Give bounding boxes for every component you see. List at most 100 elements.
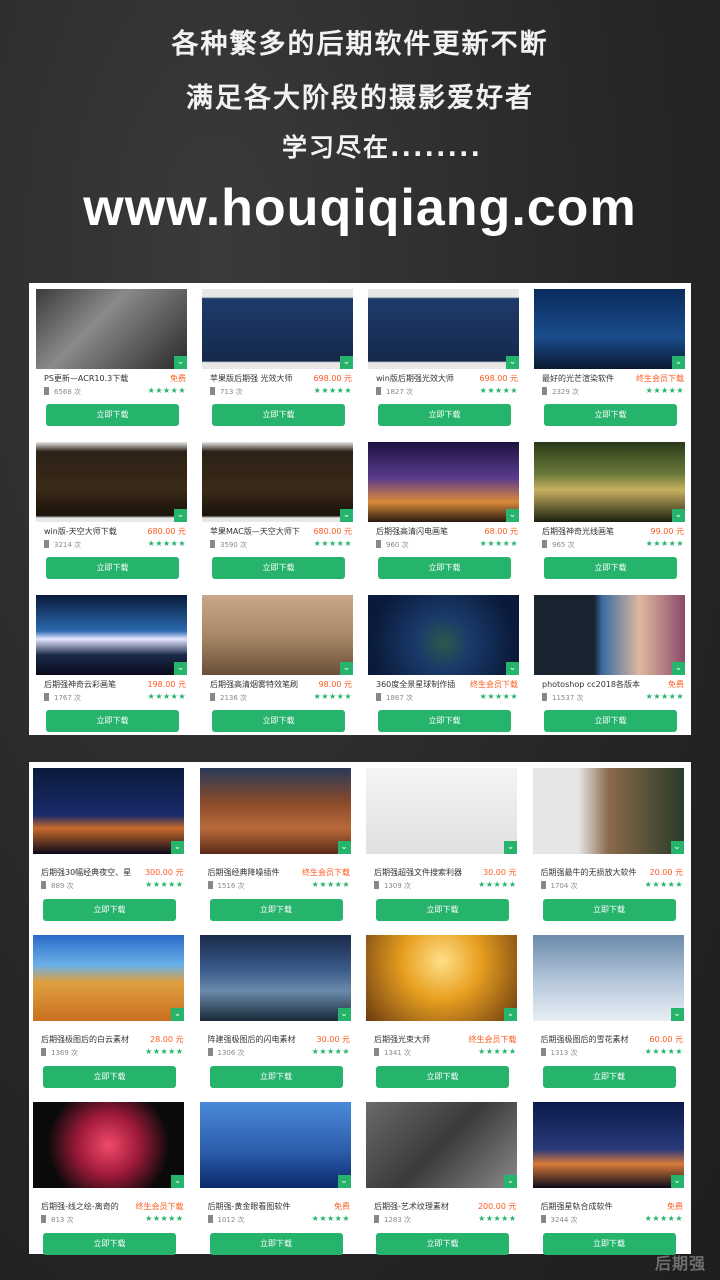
product-card[interactable]: ⌄ 苹果版后期强 光效大师 698.00 元 713 次 ★★★★★ 立即下载 xyxy=(198,289,364,442)
product-title[interactable]: 后期强神奇云彩画笔 xyxy=(44,679,142,690)
product-price: 20.00 元 xyxy=(649,868,683,877)
product-thumbnail[interactable]: ⌄ xyxy=(534,442,685,522)
product-thumbnail[interactable]: ⌄ xyxy=(199,1102,351,1188)
product-title[interactable]: win版-天空大师下载 xyxy=(44,526,142,537)
product-card[interactable]: ⌄ win版-天空大师下载 680.00 元 3214 次 ★★★★★ 立即下载 xyxy=(32,442,198,595)
download-button[interactable]: 立即下载 xyxy=(376,1066,509,1088)
product-thumbnail[interactable]: ⌄ xyxy=(199,768,351,854)
product-title[interactable]: 后期强-线之绘-离奇的 xyxy=(41,1201,139,1212)
download-button[interactable]: 立即下载 xyxy=(43,899,176,921)
product-card[interactable]: ⌄ 后期强极图后的白云素材 28.00 元 1369 次 ★★★★★ 立即下载 xyxy=(29,935,196,1102)
product-title[interactable]: 后期强高清闪电画笔 xyxy=(376,526,474,537)
download-button[interactable]: 立即下载 xyxy=(378,710,511,732)
product-thumbnail[interactable]: ⌄ xyxy=(33,768,184,854)
download-button[interactable]: 立即下载 xyxy=(212,710,345,732)
product-card[interactable]: ⌄ 苹果MAC版—天空大师下 680.00 元 3590 次 ★★★★★ 立即下载 xyxy=(198,442,364,595)
product-title[interactable]: 后期强光束大师 xyxy=(374,1034,472,1045)
product-title[interactable]: 后期强经典降噪插件 xyxy=(208,867,306,878)
download-button[interactable]: 立即下载 xyxy=(43,1066,176,1088)
product-thumbnail[interactable]: ⌄ xyxy=(366,1102,517,1188)
download-button[interactable]: 立即下载 xyxy=(378,557,511,579)
product-card[interactable]: ⌄ photoshop cc2018各版本下载 免费 11537 次 ★★★★★ 立即下载 xyxy=(530,595,696,748)
product-title[interactable]: 后期强星轨合成软件 xyxy=(541,1201,639,1212)
product-thumbnail[interactable]: ⌄ xyxy=(202,289,353,369)
product-card[interactable]: ⌄ 后期强-线之绘-离奇的 终生会员下载 813 次 ★★★★★ 立即下载 xyxy=(29,1102,196,1269)
product-card[interactable]: ⌄ 后期强-黄金眼看图软件 免费 1012 次 ★★★★★ 立即下载 xyxy=(196,1102,363,1269)
product-thumbnail[interactable]: ⌄ xyxy=(366,935,517,1021)
chevron-down-icon: ⌄ xyxy=(670,1008,684,1021)
download-button[interactable]: 立即下载 xyxy=(209,899,343,921)
product-card[interactable]: ⌄ 360度全景星球制作插 终生会员下载 1867 次 ★★★★★ 立即下载 xyxy=(364,595,530,748)
product-card[interactable]: ⌄ 后期强最牛的无损放大软件 20.00 元 1704 次 ★★★★★ 立即下载 xyxy=(529,768,696,935)
product-card[interactable]: ⌄ 后期强神奇云彩画笔 198.00 元 1767 次 ★★★★★ 立即下载 xyxy=(32,595,198,748)
product-card[interactable]: ⌄ 后期强神奇光线画笔 99.00 元 965 次 ★★★★★ 立即下载 xyxy=(530,442,696,595)
product-thumbnail[interactable]: ⌄ xyxy=(534,595,685,675)
product-thumbnail[interactable]: ⌄ xyxy=(202,595,353,675)
download-button[interactable]: 立即下载 xyxy=(542,899,676,921)
product-card[interactable]: ⌄ 后期强经典降噪插件 终生会员下载 1516 次 ★★★★★ 立即下载 xyxy=(196,768,363,935)
download-button[interactable]: 立即下载 xyxy=(544,557,677,579)
product-card[interactable]: ⌄ 最好的光芒渲染软件 终生会员下载 2329 次 ★★★★★ 立即下载 xyxy=(530,289,696,442)
download-button[interactable]: 立即下载 xyxy=(544,404,677,426)
download-button[interactable]: 立即下载 xyxy=(209,1066,343,1088)
product-title[interactable]: 苹果MAC版—天空大师下 xyxy=(210,526,308,537)
product-title[interactable]: 后期强神奇光线画笔 xyxy=(542,526,640,537)
download-button[interactable]: 立即下载 xyxy=(376,1233,509,1255)
product-card[interactable]: ⌄ 后期强-艺术纹理素材 200.00 元 1283 次 ★★★★★ 立即下载 xyxy=(362,1102,529,1269)
product-title[interactable]: PS更新—ACR10.3下载 xyxy=(44,373,142,384)
product-card[interactable]: ⌄ 后期强星轨合成软件 免费 3244 次 ★★★★★ 立即下载 xyxy=(529,1102,696,1269)
product-thumbnail[interactable]: ⌄ xyxy=(36,289,187,369)
site-url[interactable]: www.houqiqiang.com xyxy=(0,178,720,238)
product-card[interactable]: ⌄ 后期强高清烟雾特效笔刷 98.00 元 2136 次 ★★★★★ 立即下载 xyxy=(198,595,364,748)
product-title[interactable]: 后期强极图后的白云素材 xyxy=(41,1034,139,1045)
product-title[interactable]: 后期强高清烟雾特效笔刷 xyxy=(210,679,308,690)
product-card[interactable]: ⌄ 后期强极图后的雪花素材 60.00 元 1313 次 ★★★★★ 立即下载 xyxy=(529,935,696,1102)
download-button[interactable]: 立即下载 xyxy=(46,557,179,579)
download-button[interactable]: 立即下载 xyxy=(212,557,345,579)
product-card[interactable]: ⌄ PS更新—ACR10.3下载 免费 6568 次 ★★★★★ 立即下载 xyxy=(32,289,198,442)
download-button[interactable]: 立即下载 xyxy=(43,1233,176,1255)
product-title[interactable]: 后期强-艺术纹理素材 xyxy=(374,1201,472,1212)
product-title[interactable]: 苹果版后期强 光效大师 xyxy=(210,373,308,384)
product-thumbnail[interactable]: ⌄ xyxy=(36,595,187,675)
product-thumbnail[interactable]: ⌄ xyxy=(199,935,351,1021)
product-title[interactable]: 后期强超强文件搜索利器 xyxy=(374,867,472,878)
product-title[interactable]: 后期强-黄金眼看图软件 xyxy=(208,1201,306,1212)
product-title[interactable]: 360度全景星球制作插 xyxy=(376,679,474,690)
download-button[interactable]: 立即下载 xyxy=(209,1233,343,1255)
product-title[interactable]: 最好的光芒渲染软件 xyxy=(542,373,640,384)
download-button[interactable]: 立即下载 xyxy=(46,404,179,426)
product-thumbnail[interactable]: ⌄ xyxy=(534,289,685,369)
product-thumbnail[interactable]: ⌄ xyxy=(532,1102,684,1188)
product-card[interactable]: ⌄ 阵建强极图后的闪电素材 30.00 元 1306 次 ★★★★★ 立即下载 xyxy=(196,935,363,1102)
product-thumbnail[interactable]: ⌄ xyxy=(366,768,517,854)
product-thumbnail[interactable]: ⌄ xyxy=(532,768,684,854)
product-card[interactable]: ⌄ win版后期强光效大师 698.00 元 1827 次 ★★★★★ 立即下载 xyxy=(364,289,530,442)
download-button[interactable]: 立即下载 xyxy=(544,710,677,732)
product-title[interactable]: photoshop cc2018各版本下载 xyxy=(542,679,640,690)
product-title[interactable]: 阵建强极图后的闪电素材 xyxy=(208,1034,306,1045)
product-card[interactable]: ⌄ 后期强30幅经典夜空、星 300.00 元 889 次 ★★★★★ 立即下载 xyxy=(29,768,196,935)
product-thumbnail[interactable]: ⌄ xyxy=(532,935,684,1021)
product-price: 698.00 元 xyxy=(313,374,352,383)
download-button[interactable]: 立即下载 xyxy=(378,404,511,426)
product-thumbnail[interactable]: ⌄ xyxy=(36,442,187,522)
product-title[interactable]: win版后期强光效大师 xyxy=(376,373,474,384)
download-button[interactable]: 立即下载 xyxy=(542,1066,676,1088)
product-card[interactable]: ⌄ 后期强光束大师 终生会员下载 1341 次 ★★★★★ 立即下载 xyxy=(362,935,529,1102)
download-button[interactable]: 立即下载 xyxy=(212,404,345,426)
product-title[interactable]: 后期强极图后的雪花素材 xyxy=(541,1034,639,1045)
download-button[interactable]: 立即下载 xyxy=(46,710,179,732)
product-title[interactable]: 后期强30幅经典夜空、星 xyxy=(41,867,139,878)
product-title[interactable]: 后期强最牛的无损放大软件 xyxy=(541,867,639,878)
product-card[interactable]: ⌄ 后期强超强文件搜索利器 30.00 元 1309 次 ★★★★★ 立即下载 xyxy=(362,768,529,935)
product-thumbnail[interactable]: ⌄ xyxy=(202,442,353,522)
product-thumbnail[interactable]: ⌄ xyxy=(33,1102,184,1188)
download-button[interactable]: 立即下载 xyxy=(376,899,509,921)
product-thumbnail[interactable]: ⌄ xyxy=(368,289,519,369)
chevron-down-icon: ⌄ xyxy=(670,1175,684,1188)
product-thumbnail[interactable]: ⌄ xyxy=(33,935,184,1021)
product-thumbnail[interactable]: ⌄ xyxy=(368,595,519,675)
product-thumbnail[interactable]: ⌄ xyxy=(368,442,519,522)
product-card[interactable]: ⌄ 后期强高清闪电画笔 68.00 元 960 次 ★★★★★ 立即下载 xyxy=(364,442,530,595)
